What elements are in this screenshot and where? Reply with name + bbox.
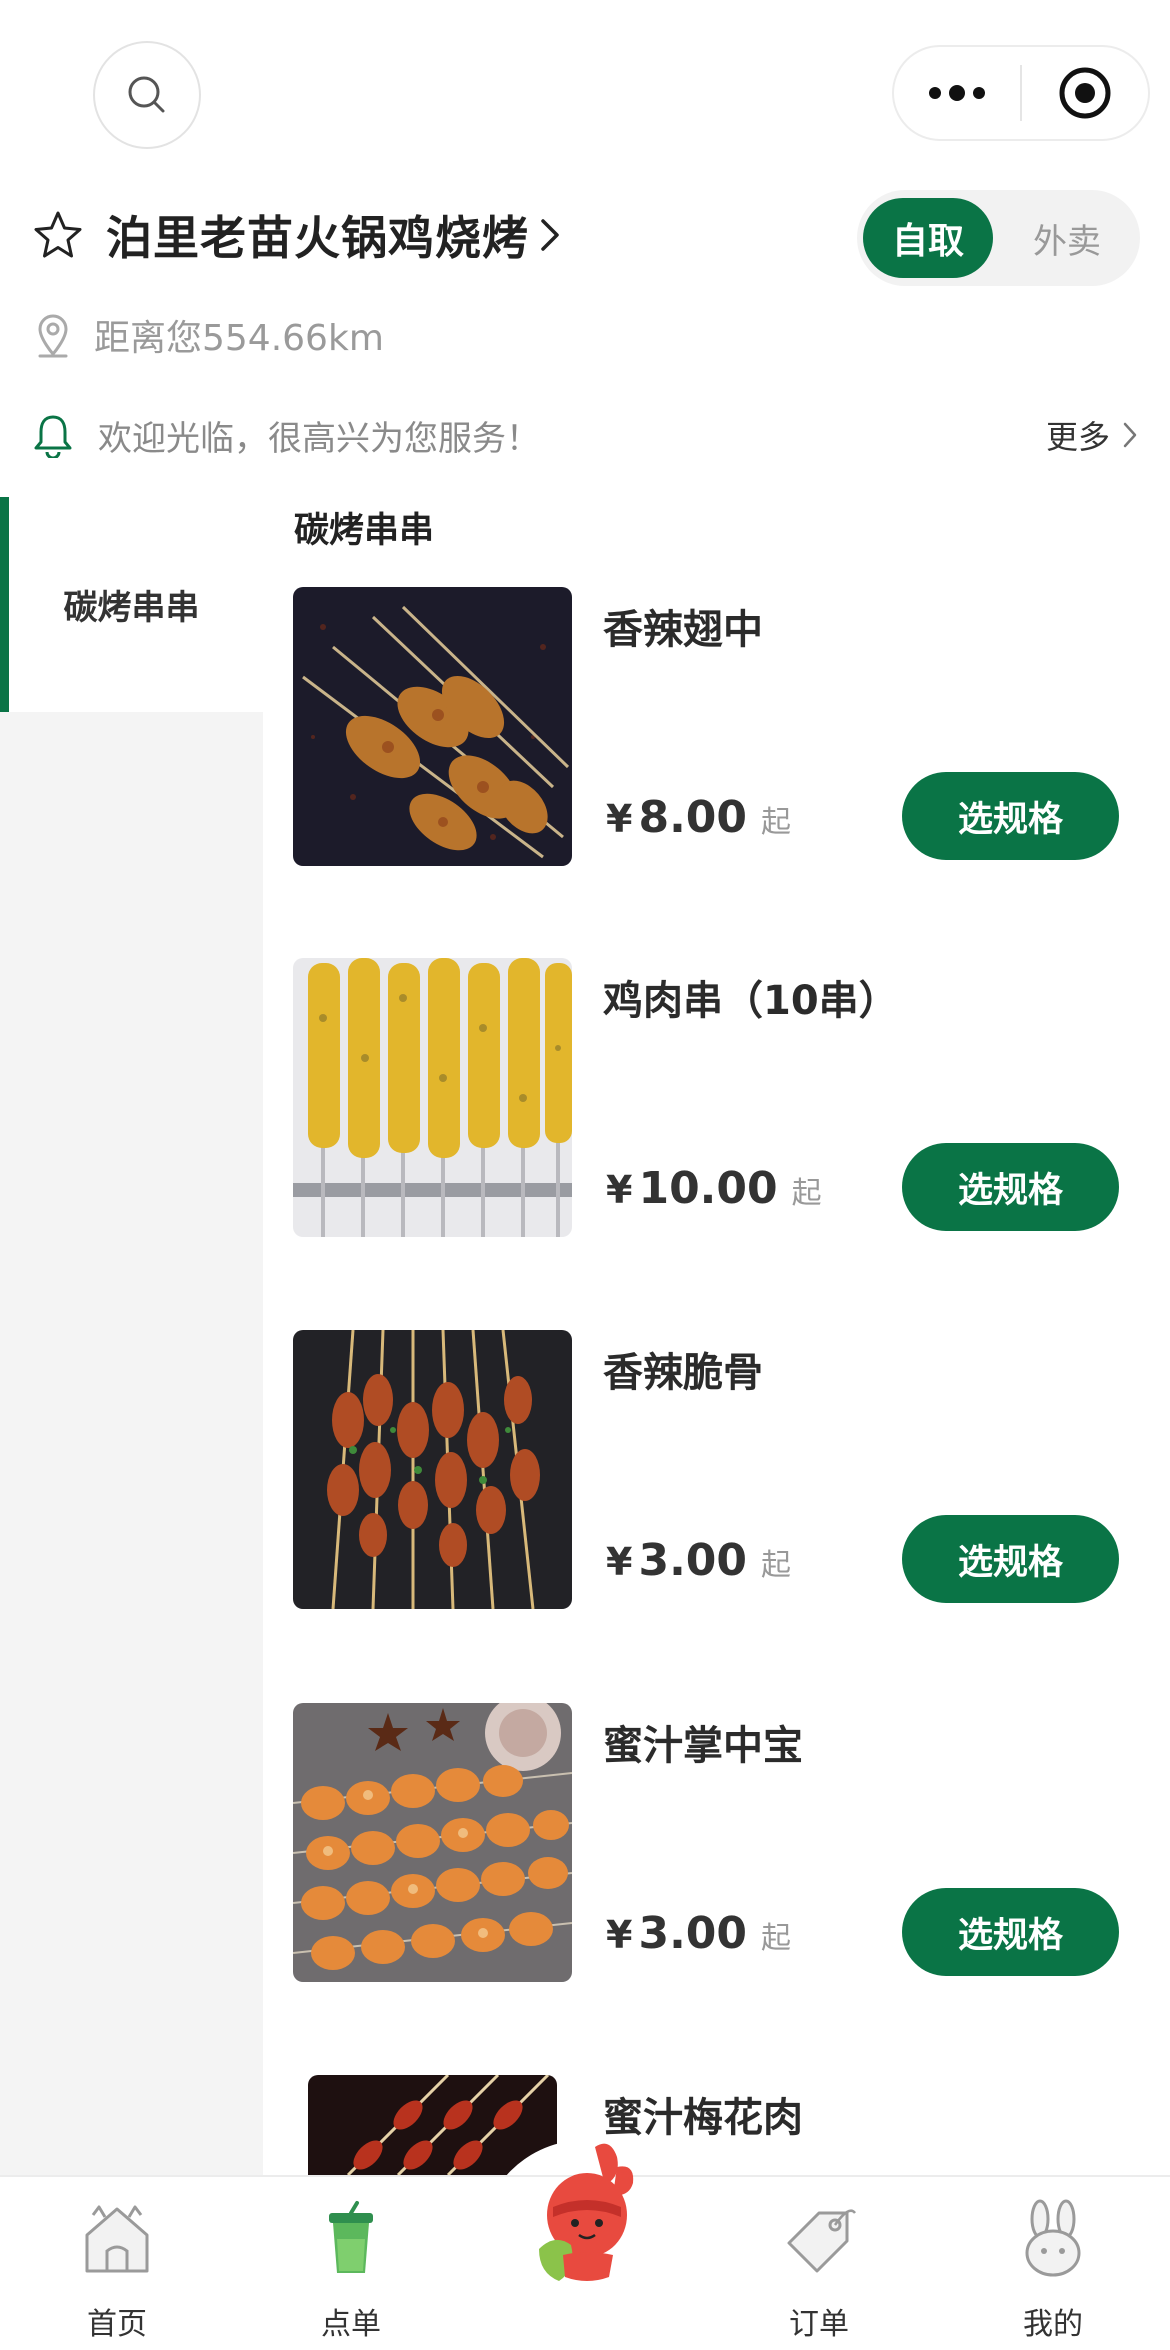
tab-orders-label: 订单 (789, 2307, 849, 2342)
search-button[interactable] (93, 41, 201, 149)
tab-home[interactable]: 首页 (0, 2177, 234, 2350)
product-name: 香辣脆骨 (603, 1350, 763, 1396)
product-image-chicken-skewers[interactable] (293, 958, 572, 1237)
notice-text: 欢迎光临，很高兴为您服务！ (98, 418, 540, 459)
notice-bar: 欢迎光临，很高兴为您服务！ 更多 (32, 405, 1138, 465)
currency-symbol: ¥ (606, 1540, 633, 1584)
chevron-right-icon (541, 219, 559, 251)
bell-icon (34, 415, 72, 458)
store-name[interactable]: 泊里老苗火锅鸡烧烤 (106, 202, 529, 268)
distance-row: 距离您554.66km (34, 305, 384, 365)
pickup-delivery-toggle[interactable]: 自取 外卖 (857, 190, 1140, 286)
mini-program-capsule (892, 45, 1150, 141)
tab-order[interactable]: 点单 (234, 2177, 468, 2350)
bottom-tab-bar: 首页 点单 订单 我的 (0, 2143, 1170, 2350)
price-suffix: 起 (761, 805, 792, 840)
product-card[interactable]: 香辣脆骨 ¥ 3.00 起 选规格 (293, 1330, 1143, 1610)
price-suffix: 起 (761, 1921, 792, 1956)
close-mini-program-button[interactable] (1022, 47, 1148, 139)
currency-symbol: ¥ (606, 797, 633, 841)
product-name: 香辣翅中 (603, 607, 763, 653)
product-price: ¥ 3.00 起 (606, 1535, 791, 1586)
select-spec-button[interactable]: 选规格 (902, 1143, 1119, 1231)
tab-order-label: 点单 (321, 2307, 381, 2342)
select-spec-button[interactable]: 选规格 (902, 1515, 1119, 1603)
product-card[interactable]: 香辣翅中 ¥ 8.00 起 选规格 (293, 587, 1143, 867)
currency-symbol: ¥ (606, 1913, 633, 1957)
product-image-cartilage[interactable] (293, 1330, 572, 1609)
distance-text: 距离您554.66km (94, 318, 384, 359)
price-amount: 10.00 (638, 1163, 778, 1214)
product-name: 蜜汁梅花肉 (603, 2095, 803, 2141)
product-image-honey-palm[interactable] (293, 1703, 572, 1982)
more-link[interactable]: 更多 (1046, 412, 1138, 458)
currency-symbol: ¥ (606, 1168, 633, 1212)
sidebar-item-charcoal-skewers[interactable]: 碳烤串串 (0, 497, 263, 712)
chevron-right-icon (1123, 422, 1137, 448)
product-card[interactable]: 蜜汁梅花肉 (293, 2075, 1143, 2175)
product-image-wings[interactable] (293, 587, 572, 866)
product-price: ¥ 3.00 起 (606, 1908, 791, 1959)
select-spec-button[interactable]: 选规格 (902, 772, 1119, 860)
product-name: 蜜汁掌中宝 (603, 1723, 803, 1769)
price-amount: 3.00 (638, 1535, 748, 1586)
product-name: 鸡肉串（10串） (603, 978, 899, 1024)
sidebar-item-label: 碳烤串串 (63, 588, 200, 628)
more-label: 更多 (1045, 418, 1110, 456)
price-amount: 8.00 (638, 792, 748, 843)
product-card[interactable]: 鸡肉串（10串） ¥ 10.00 起 选规格 (293, 958, 1143, 1238)
home-icon (85, 2205, 149, 2273)
store-header[interactable]: 泊里老苗火锅鸡烧烤 (32, 200, 561, 270)
tab-profile-label: 我的 (1023, 2307, 1083, 2342)
price-suffix: 起 (791, 1176, 822, 1211)
product-price: ¥ 10.00 起 (606, 1163, 822, 1214)
mascot-icon (539, 2143, 634, 2281)
price-amount: 3.00 (638, 1908, 748, 1959)
bunny-icon (1025, 2199, 1081, 2277)
location-pin-icon (38, 314, 68, 358)
more-menu-button[interactable] (894, 47, 1020, 139)
tab-profile[interactable]: 我的 (936, 2177, 1170, 2350)
cup-icon (329, 2201, 373, 2273)
tab-orders[interactable]: 订单 (702, 2177, 936, 2350)
tab-mascot[interactable] (468, 2143, 702, 2350)
search-icon (128, 76, 165, 113)
mode-pickup[interactable]: 自取 (863, 198, 993, 278)
more-dots-icon (929, 85, 985, 101)
product-image-honey-pork[interactable] (308, 2075, 557, 2175)
product-card[interactable]: 蜜汁掌中宝 ¥ 3.00 起 选规格 (293, 1703, 1143, 1983)
target-close-icon (1059, 67, 1111, 119)
tab-home-label: 首页 (87, 2307, 147, 2342)
product-price: ¥ 8.00 起 (606, 792, 791, 843)
price-suffix: 起 (761, 1548, 792, 1583)
tag-icon (787, 2209, 856, 2273)
mode-delivery[interactable]: 外卖 (1007, 198, 1127, 278)
select-spec-button[interactable]: 选规格 (902, 1888, 1119, 1976)
category-sidebar: 碳烤串串 (0, 497, 263, 2175)
star-favorite-icon[interactable] (32, 209, 84, 261)
section-title: 碳烤串串 (294, 511, 435, 551)
